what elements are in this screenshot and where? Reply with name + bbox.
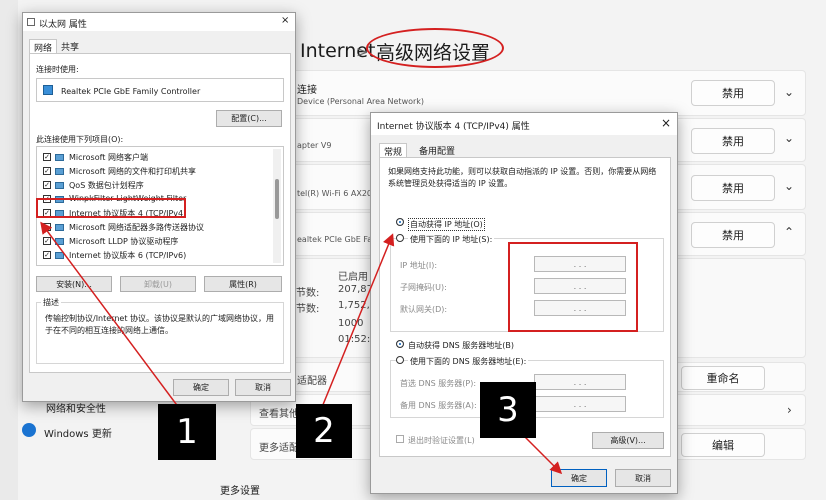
arrow-2 [319, 233, 395, 413]
arrow-1 [40, 221, 183, 413]
callout-3: 3 [480, 382, 536, 438]
callout-1: 1 [158, 404, 216, 460]
callout-2: 2 [296, 404, 352, 458]
annotation-arrows [40, 221, 563, 475]
